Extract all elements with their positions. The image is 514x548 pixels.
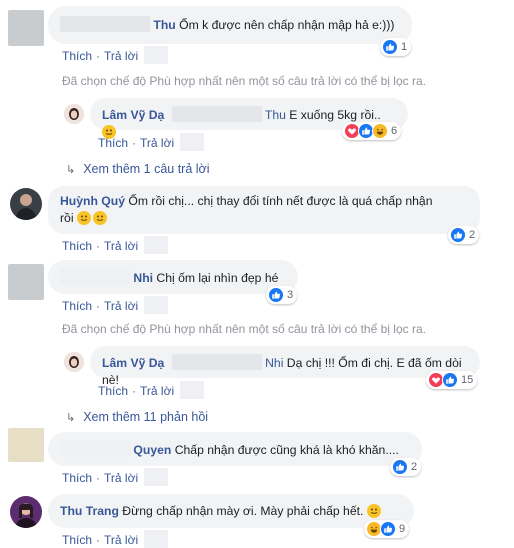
comment-text-line2: rồi	[60, 211, 74, 225]
comment-actions: Thích · Trả lời	[98, 133, 205, 151]
comment-bubble: Thu Ốm k được nên chấp nhận mập hả e:)))	[48, 6, 412, 44]
reaction-count: 2	[411, 461, 418, 473]
reaction-count: 15	[461, 374, 474, 386]
reaction-summary[interactable]: 1	[380, 38, 412, 56]
view-more-replies[interactable]: ↳ Xem thêm 1 câu trả lời	[66, 162, 210, 176]
comment-bubble: Lâm Vỹ Dạ Nhi Dạ chị !!! Ốm đi chị. E đã…	[90, 346, 480, 387]
reply-lam-vy-da-2: Lâm Vỹ Dạ Nhi Dạ chị !!! Ốm đi chị. E đã…	[0, 344, 514, 404]
reaction-summary[interactable]: 2	[390, 458, 422, 476]
commenter-name[interactable]: Thu	[153, 18, 175, 32]
avatar[interactable]	[64, 352, 84, 372]
filter-notice: Đã chọn chế độ Phù hợp nhất nên một số c…	[62, 74, 426, 88]
reaction-summary[interactable]: 3	[266, 286, 298, 304]
like-link[interactable]: Thích	[62, 239, 92, 253]
haha-icon	[372, 123, 388, 139]
avatar[interactable]	[8, 264, 44, 300]
tagged-name[interactable]: Nhi	[265, 356, 283, 370]
redacted-block	[171, 106, 262, 122]
commenter-name[interactable]: Lâm Vỹ Dạ	[102, 108, 164, 122]
comment-text: Đừng chấp nhận mày ơi. Mày phải chấp hết…	[122, 504, 364, 518]
redacted-timestamp	[144, 296, 169, 314]
reaction-summary[interactable]: 6	[342, 122, 402, 140]
reaction-summary[interactable]: 9	[364, 520, 410, 538]
like-icon	[450, 227, 466, 243]
comment-actions: Thích · Trả lời	[98, 381, 205, 399]
filter-notice: Đã chọn chế độ Phù hợp nhất nên một số c…	[62, 322, 426, 336]
commenter-name[interactable]: Nhi	[133, 271, 153, 285]
comment-bubble: Quyen Chấp nhận được cũng khá là khó khă…	[48, 432, 422, 466]
redacted-name-block	[60, 441, 130, 457]
reaction-count: 1	[401, 41, 408, 53]
commenter-name[interactable]: Lâm Vỹ Dạ	[102, 356, 164, 370]
redacted-timestamp	[144, 46, 169, 64]
reply-link[interactable]: Trả lời	[104, 299, 138, 313]
like-link[interactable]: Thích	[62, 299, 92, 313]
like-link[interactable]: Thích	[62, 533, 92, 547]
chevron-return-icon: ↳	[66, 164, 76, 176]
comment-text: Ốm k được nên chấp nhận mập hả e:)))	[179, 18, 395, 32]
like-icon	[442, 372, 458, 388]
smile-emoji	[366, 504, 381, 518]
reply-link[interactable]: Trả lời	[104, 49, 138, 63]
comment-bubble: Thu Trang Đừng chấp nhận mày ơi. Mày phả…	[48, 494, 414, 528]
redacted-timestamp	[144, 530, 169, 548]
redacted-timestamp	[144, 236, 169, 254]
redacted-name-block	[60, 269, 130, 285]
like-link[interactable]: Thích	[62, 471, 92, 485]
comment-text: E xuống 5kg rồi..	[289, 108, 381, 122]
comment-thu: Thu Ốm k được nên chấp nhận mập hả e:)))…	[0, 0, 514, 70]
reaction-count: 9	[399, 523, 406, 535]
reaction-count: 3	[287, 289, 294, 301]
comment-bubble: Nhi Chị ốm lại nhìn đẹp hé	[48, 260, 298, 294]
like-icon	[392, 459, 408, 475]
like-link[interactable]: Thích	[62, 49, 92, 63]
comment-actions: Thích · Trả lời	[62, 296, 169, 314]
like-link[interactable]: Thích	[98, 384, 128, 398]
avatar[interactable]	[8, 428, 44, 462]
commenter-name[interactable]: Huỳnh Quý	[60, 194, 125, 208]
redacted-block	[171, 354, 262, 370]
redacted-timestamp	[180, 381, 205, 399]
like-icon	[268, 287, 284, 303]
smile-emoji	[92, 211, 107, 225]
avatar[interactable]	[64, 104, 84, 124]
comment-actions: Thích · Trả lời	[62, 530, 169, 548]
comment-thu-trang: Thu Trang Đừng chấp nhận mày ơi. Mày phả…	[0, 490, 514, 548]
reply-link[interactable]: Trả lời	[104, 533, 138, 547]
avatar[interactable]	[8, 10, 44, 46]
comment-actions: Thích · Trả lời	[62, 468, 169, 486]
like-icon	[382, 39, 398, 55]
comment-huynh-quy: Huỳnh Quý Ốm rồi chị... chị thay đổi tín…	[0, 180, 514, 256]
view-more-replies[interactable]: ↳ Xem thêm 11 phản hồi	[66, 410, 208, 424]
like-link[interactable]: Thích	[98, 136, 128, 150]
redacted-timestamp	[180, 133, 205, 151]
reaction-summary[interactable]: 15	[426, 371, 478, 389]
redacted-name-block	[60, 16, 150, 32]
like-icon	[380, 521, 396, 537]
reaction-summary[interactable]: 2	[448, 226, 480, 244]
reply-link[interactable]: Trả lời	[104, 239, 138, 253]
commenter-name[interactable]: Quyen	[133, 443, 171, 457]
comment-text-line1: Ốm rồi chị... chị thay đổi tính nết được…	[128, 194, 433, 208]
comment-actions: Thích · Trả lời	[62, 236, 169, 254]
avatar[interactable]	[10, 188, 42, 220]
reaction-count: 2	[469, 229, 476, 241]
comment-text: Chị ốm lại nhìn đẹp hé	[156, 271, 279, 285]
reply-link[interactable]: Trả lời	[140, 384, 174, 398]
comment-bubble: Huỳnh Quý Ốm rồi chị... chị thay đổi tín…	[48, 186, 480, 234]
comment-quyen: Quyen Chấp nhận được cũng khá là khó khă…	[0, 428, 514, 488]
tagged-name[interactable]: Thu	[265, 108, 286, 122]
reaction-count: 6	[391, 125, 398, 137]
comment-nhi: Nhi Chị ốm lại nhìn đẹp hé Thích · Trả lời…	[0, 258, 514, 318]
reply-link[interactable]: Trả lời	[104, 471, 138, 485]
avatar[interactable]	[10, 496, 42, 528]
reply-lam-vy-da-1: Lâm Vỹ Dạ Thu E xuống 5kg rồi.. Thích · Tr…	[0, 94, 514, 154]
smile-emoji	[76, 211, 91, 225]
redacted-timestamp	[144, 468, 169, 486]
reply-link[interactable]: Trả lời	[140, 136, 174, 150]
comment-actions: Thích · Trả lời	[62, 46, 169, 64]
chevron-return-icon: ↳	[66, 412, 76, 424]
comment-text: Chấp nhận được cũng khá là khó khăn....	[174, 443, 399, 457]
commenter-name[interactable]: Thu Trang	[60, 504, 119, 518]
